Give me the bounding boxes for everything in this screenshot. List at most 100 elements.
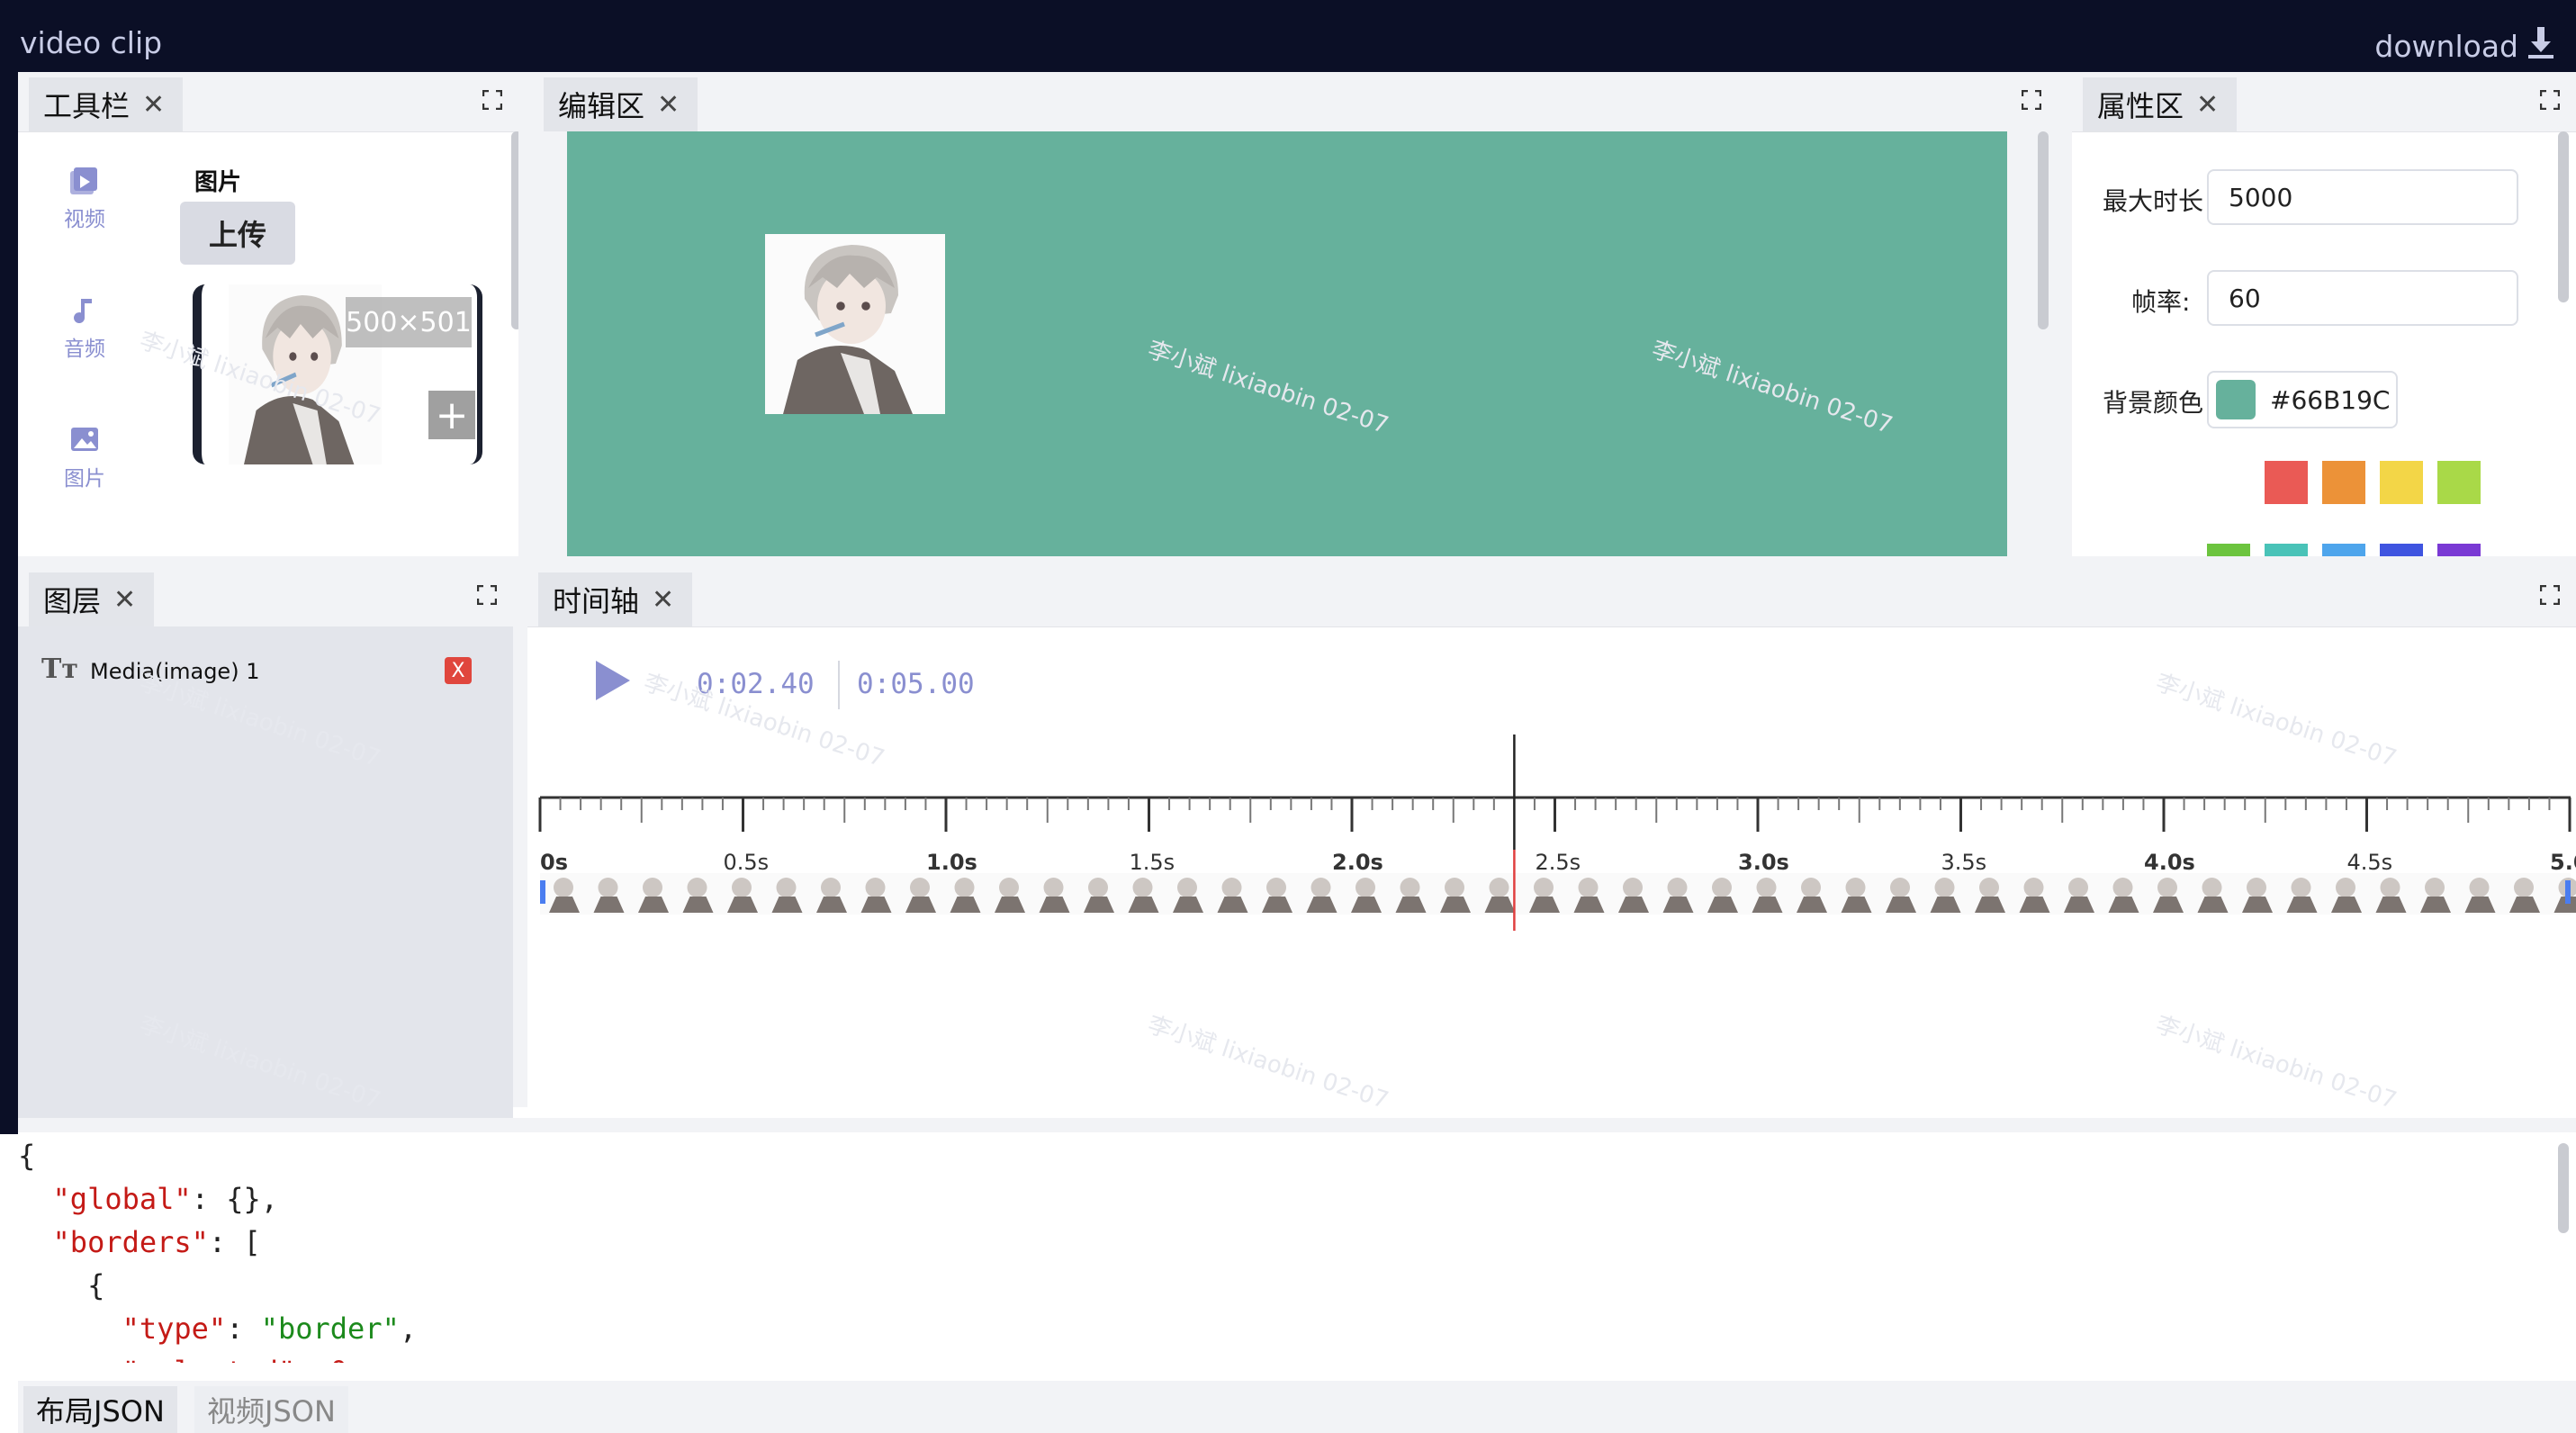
upload-button[interactable]: 上传 <box>180 202 295 265</box>
track-frame <box>2336 878 2355 897</box>
tab-properties[interactable]: 属性区 ✕ <box>2083 77 2238 131</box>
timeline-panel: 时间轴 ✕ 0:02.40 0:05.00 0s 0.5s 1.0s 1.5s 2.0s… <box>527 567 2576 1118</box>
code-token: , <box>347 1355 365 1363</box>
track-frame <box>1132 878 1153 897</box>
color-swatch[interactable] <box>2380 461 2423 504</box>
download-button[interactable]: download <box>2374 25 2556 67</box>
ruler-tick-label: 4.5s <box>2347 850 2393 875</box>
layer-item[interactable]: Tт Media(image) 1 X <box>18 648 513 697</box>
tab-properties-label: 属性区 <box>2097 89 2184 123</box>
track-frame <box>1890 878 1910 897</box>
track-frame <box>1623 878 1643 897</box>
tab-layers[interactable]: 图层 ✕ <box>29 572 155 626</box>
track-frame <box>1043 878 1064 897</box>
bg-color-swatch <box>2216 380 2256 419</box>
code-token: 0 <box>330 1355 347 1363</box>
image-icon <box>71 428 98 451</box>
current-time: 0:02.40 <box>697 668 815 700</box>
track-frame <box>776 878 797 897</box>
scrollbar[interactable] <box>2558 131 2569 302</box>
track-frame <box>1534 878 1554 897</box>
code-line: "borders": [ <box>18 1221 2576 1264</box>
color-swatch[interactable] <box>2380 544 2423 556</box>
fps-input[interactable]: 60 <box>2207 270 2518 326</box>
max-duration-input[interactable]: 5000 <box>2207 169 2518 225</box>
maximize-icon[interactable] <box>476 584 498 606</box>
tab-toolbar[interactable]: 工具栏 ✕ <box>29 77 184 131</box>
track-frame <box>1756 878 1777 897</box>
track-frame <box>2068 878 2088 897</box>
track-frame <box>732 878 752 897</box>
track-frame <box>1088 878 1108 897</box>
maximize-icon[interactable] <box>2021 89 2042 111</box>
sidebar-item-video-label: 视频 <box>64 208 105 231</box>
scrollbar[interactable] <box>2558 1143 2569 1233</box>
maximize-icon[interactable] <box>2539 89 2561 111</box>
properties-panel: 属性区 ✕ 最大时长 5000 帧率: 60 背景颜色 #66B19C <box>2072 72 2576 556</box>
close-icon[interactable]: ✕ <box>113 584 136 616</box>
track-frame <box>1311 878 1331 897</box>
add-icon[interactable]: + <box>428 391 475 439</box>
code-token: "border" <box>260 1311 400 1346</box>
bg-color-picker[interactable]: #66B19C <box>2207 371 2398 428</box>
scrollbar[interactable] <box>511 131 518 329</box>
sidebar-item-audio[interactable]: 音频 <box>43 293 126 362</box>
sidebar-item-video[interactable]: 视频 <box>43 164 126 232</box>
close-icon[interactable]: ✕ <box>652 584 674 616</box>
track-frame <box>1979 878 1999 897</box>
color-swatch[interactable] <box>2322 544 2365 556</box>
media-thumbnail[interactable]: 500×501 + <box>193 284 482 464</box>
color-swatch[interactable] <box>2265 544 2308 556</box>
track-frame <box>1445 878 1464 897</box>
delete-layer-button[interactable]: X <box>445 657 472 684</box>
fps-label: 帧率: <box>2131 287 2191 317</box>
code-token: , <box>399 1311 418 1346</box>
json-code-view[interactable]: { "global": {}, "borders": [ { "type": "… <box>18 1134 2576 1363</box>
ruler-tick-label: 5.0 <box>2550 850 2576 875</box>
code-token: "global" <box>52 1182 192 1216</box>
canvas-image[interactable] <box>765 234 945 414</box>
close-icon[interactable]: ✕ <box>142 89 165 121</box>
color-swatch[interactable] <box>2322 461 2365 504</box>
track-frame <box>821 878 841 897</box>
color-swatch[interactable] <box>2437 544 2481 556</box>
ruler-tick-label: 4.0s <box>2144 850 2195 875</box>
ruler-tick-label: 1.0s <box>926 850 977 875</box>
play-button[interactable] <box>590 655 635 706</box>
scrollbar[interactable] <box>2038 131 2049 329</box>
thumbnail-size: 500×501 <box>346 297 472 347</box>
track-frame <box>910 878 930 897</box>
track-frame <box>1845 878 1866 897</box>
close-icon[interactable]: ✕ <box>2196 89 2219 121</box>
editor-canvas[interactable] <box>567 131 2007 556</box>
code-line: "global": {}, <box>18 1177 2576 1221</box>
color-swatch[interactable] <box>2437 461 2481 504</box>
code-token: : [ <box>208 1225 261 1259</box>
maximize-icon[interactable] <box>482 89 503 111</box>
toolbar-sidebar: 视频 音频 图片 <box>18 131 153 556</box>
code-token: : {}, <box>191 1182 278 1216</box>
close-icon[interactable]: ✕ <box>657 89 680 121</box>
color-swatch[interactable] <box>2207 544 2250 556</box>
ruler-tick-label: 2.5s <box>1536 850 1581 875</box>
track-frame <box>554 878 573 897</box>
tab-video-json[interactable]: 视频JSON <box>194 1386 348 1433</box>
bottom-tab-bar: 布局JSON 视频JSON <box>18 1381 2576 1433</box>
tab-editor[interactable]: 编辑区 ✕ <box>544 77 698 131</box>
track-frame <box>2291 878 2311 897</box>
maximize-icon[interactable] <box>2539 584 2561 606</box>
track-frame <box>2202 878 2222 897</box>
sidebar-item-image[interactable]: 图片 <box>43 423 126 491</box>
layer-item-label: Media(image) 1 <box>90 659 260 684</box>
color-swatch[interactable] <box>2265 461 2308 504</box>
track-frame <box>2157 878 2177 897</box>
tab-toolbar-label: 工具栏 <box>43 89 131 123</box>
code-token: { <box>18 1139 36 1173</box>
timeline-ruler[interactable]: 0s 0.5s 1.0s 1.5s 2.0s 2.5s 3.0s 3.5s 4.0s 4.5s 5.… <box>538 735 2576 1032</box>
tab-timeline[interactable]: 时间轴 ✕ <box>538 572 693 626</box>
tab-layout-json[interactable]: 布局JSON <box>23 1386 177 1433</box>
tab-layers-label: 图层 <box>43 584 102 618</box>
swatch-row <box>2265 461 2481 504</box>
tab-editor-label: 编辑区 <box>558 89 645 123</box>
